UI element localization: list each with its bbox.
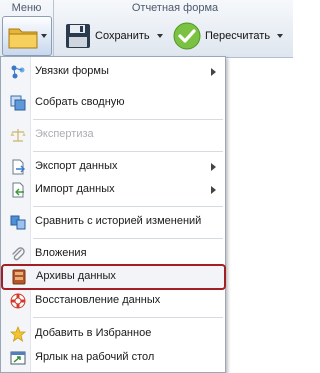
menu-item-data-recovery[interactable]: Восстановление данных [2,290,224,312]
check-circle-icon [173,22,201,50]
scales-icon [10,129,26,142]
main-dropdown-menu: Увязки формы Собрать сводную Экспертиза … [0,56,226,373]
menu-item-label: Экспорт данных [35,160,118,172]
menu-item-attachments[interactable]: Вложения [2,243,224,265]
menu-item-desktop-shortcut[interactable]: Ярлык на рабочий стол [2,347,224,369]
menu-separator [33,317,223,318]
menu-item-compare-history[interactable]: Сравнить с историей изменений [2,211,224,233]
shortcut-icon [10,351,26,365]
report-form-group-title: Отчетная форма [131,2,219,14]
menu-item-data-archives[interactable]: Архивы данных [1,264,226,290]
report-form-group: Отчетная форма Сохранить Пересчитать [57,0,293,58]
main-menu-button[interactable] [2,16,52,56]
chevron-down-icon[interactable] [156,34,163,38]
import-icon [12,182,24,198]
menu-item-expertise: Экспертиза [2,124,224,146]
ribbon-toolbar: Меню Отчетная форма Сохранить Пересчитат… [0,0,293,58]
star-icon [10,326,26,342]
menu-item-label: Добавить в Избранное [35,327,152,339]
menu-item-build-summary[interactable]: Собрать сводную [2,92,224,114]
folder-icon [8,28,38,49]
menu-item-label: Вложения [35,247,87,259]
menu-separator [33,206,223,207]
chevron-down-icon[interactable] [277,34,284,38]
chevron-down-icon [41,34,47,38]
menu-item-add-favorites[interactable]: Добавить в Избранное [2,323,224,345]
menu-separator [33,119,223,120]
menu-item-label: Архивы данных [36,270,116,282]
menu-group: Меню [0,0,54,58]
archive-icon [12,269,26,285]
floppy-disk-icon [66,24,90,48]
export-icon [12,159,25,175]
menu-item-export-data[interactable]: Экспорт данных [2,156,224,178]
links-icon [11,65,25,79]
chevron-right-icon [211,68,216,76]
menu-separator [33,238,223,239]
menu-group-title: Меню [11,2,42,14]
compare-icon [10,215,26,230]
menu-item-label: Экспертиза [35,128,94,140]
lifebuoy-icon [10,293,26,309]
chevron-right-icon [211,186,216,194]
menu-item-label: Импорт данных [35,183,115,195]
menu-item-label: Сравнить с историей изменений [35,215,202,227]
chevron-right-icon [211,163,216,171]
recalculate-button[interactable]: Пересчитать [173,20,284,52]
menu-item-label: Ярлык на рабочий стол [35,351,155,363]
save-button[interactable]: Сохранить [65,20,163,52]
menu-item-label: Увязки формы [35,65,109,77]
recalculate-label: Пересчитать [205,30,271,42]
menu-item-import-data[interactable]: Импорт данных [2,179,224,201]
collect-icon [10,95,26,111]
menu-item-label: Собрать сводную [35,96,125,108]
menu-separator [33,151,223,152]
menu-item-label: Восстановление данных [35,294,161,306]
menu-item-form-links[interactable]: Увязки формы [2,61,224,83]
paperclip-icon [12,247,25,261]
save-label: Сохранить [95,30,150,42]
